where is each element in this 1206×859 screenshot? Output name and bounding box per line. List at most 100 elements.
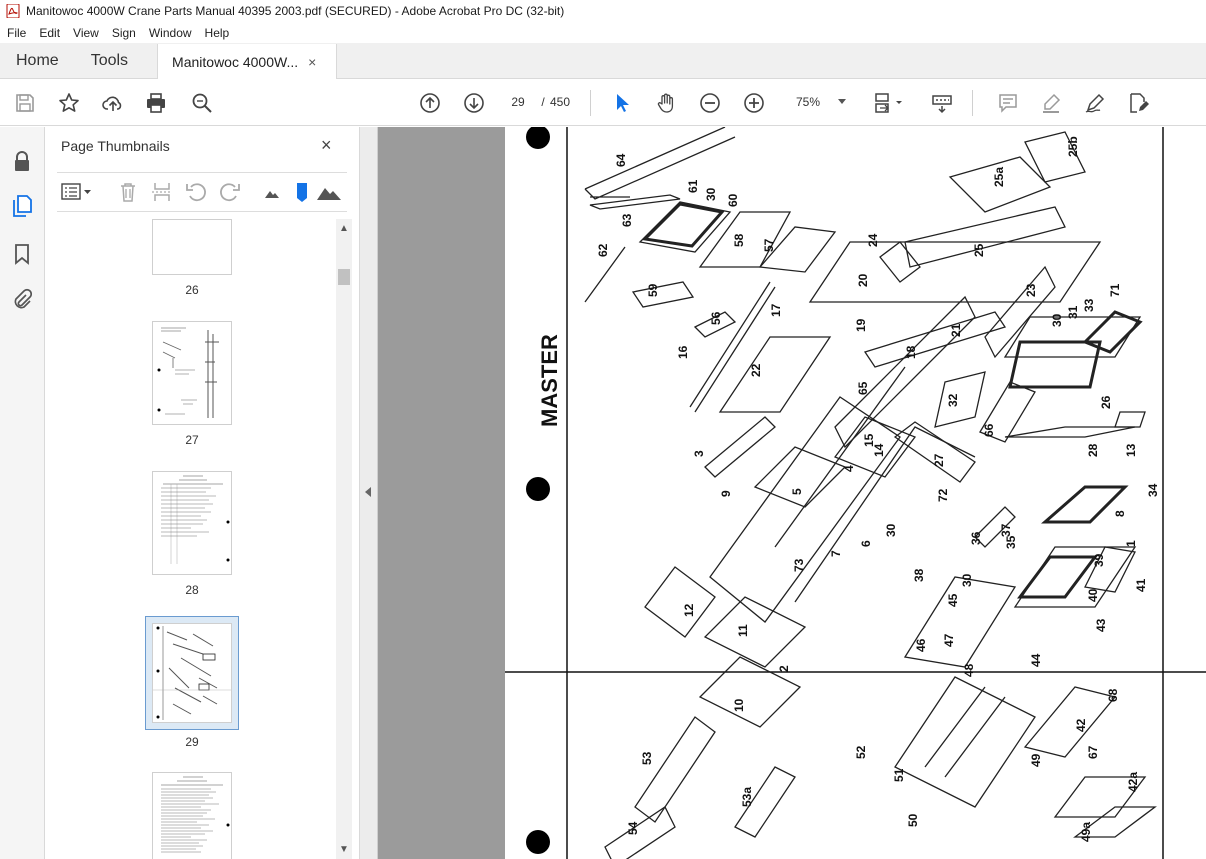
part-label: 30 xyxy=(1050,313,1064,327)
part-label: 8 xyxy=(1113,510,1127,517)
upload-button[interactable] xyxy=(101,91,125,115)
window-title: Manitowoc 4000W Crane Parts Manual 40395… xyxy=(26,4,565,18)
menu-bar: File Edit View Sign Window Help xyxy=(0,22,1206,43)
bookmarks-button[interactable] xyxy=(11,243,33,265)
part-label: 16 xyxy=(676,345,690,359)
tab-document[interactable]: Manitowoc 4000W... × xyxy=(157,44,338,79)
page-thumbnails-button[interactable] xyxy=(11,195,33,217)
binder-hole xyxy=(526,127,550,149)
print-button[interactable] xyxy=(144,91,168,115)
part-label: 13 xyxy=(1124,443,1138,457)
options-menu-button[interactable] xyxy=(61,181,93,203)
bookmark-icon xyxy=(15,244,29,265)
part-label: 20 xyxy=(856,273,870,287)
part-label: 28 xyxy=(1086,443,1100,457)
part-label: 56 xyxy=(709,311,723,325)
part-label: 17 xyxy=(769,303,783,317)
large-thumbnails-button[interactable] xyxy=(315,181,343,203)
tab-home[interactable]: Home xyxy=(0,43,75,78)
zoom-out-button[interactable] xyxy=(698,91,722,115)
part-label: 3 xyxy=(692,450,706,457)
thumbnail-preview xyxy=(153,624,231,722)
page-number-input[interactable]: 29 xyxy=(500,90,536,114)
part-label: 51 xyxy=(892,768,906,782)
part-label: 53a xyxy=(740,787,754,807)
more-tools-button[interactable] xyxy=(1126,91,1150,115)
next-page-button[interactable] xyxy=(462,91,486,115)
zoom-in-button[interactable] xyxy=(742,91,766,115)
toolbar-divider xyxy=(972,90,973,116)
save-button[interactable] xyxy=(13,91,37,115)
menu-view[interactable]: View xyxy=(66,26,105,40)
fill-sign-button[interactable] xyxy=(1083,91,1107,115)
tab-tools[interactable]: Tools xyxy=(75,43,144,78)
comment-button[interactable] xyxy=(996,91,1020,115)
scroll-up-arrow-icon[interactable]: ▲ xyxy=(339,223,349,234)
delete-pages-button[interactable] xyxy=(117,181,139,203)
part-label: 6 xyxy=(859,540,873,547)
scrollbar-thumb[interactable] xyxy=(338,269,350,285)
bookmark-star-button[interactable] xyxy=(57,91,81,115)
tab-close-icon[interactable]: × xyxy=(308,54,316,70)
left-nav-strip xyxy=(0,127,45,859)
extract-pages-button[interactable] xyxy=(151,181,173,203)
page-total: 450 xyxy=(550,95,571,109)
pen-sign-icon xyxy=(1085,93,1105,113)
part-label: 67 xyxy=(1086,745,1100,759)
document-viewport[interactable]: MASTER 64 61 30 60 63 58 57 25a 25b 62 5… xyxy=(378,127,1206,859)
thumbnail-label: 29 xyxy=(185,735,199,749)
scroll-mode-button[interactable] xyxy=(930,91,954,115)
part-label: 30 xyxy=(704,187,718,201)
part-label: 35 xyxy=(1004,535,1018,549)
find-button[interactable] xyxy=(190,91,214,115)
thumbnail-page-27[interactable] xyxy=(152,321,232,425)
collapse-pane-icon[interactable] xyxy=(365,487,371,497)
menu-window[interactable]: Window xyxy=(142,26,198,40)
part-label: 42 xyxy=(1074,718,1088,732)
thumbnail-label: 26 xyxy=(185,283,199,297)
part-label: 62 xyxy=(596,243,610,257)
thumbnail-list: 26 27 28 29 xyxy=(57,219,333,859)
close-icon[interactable]: × xyxy=(321,135,332,156)
thumbnail-page-26[interactable] xyxy=(152,219,232,275)
rotate-right-button[interactable] xyxy=(219,181,241,203)
pane-splitter[interactable] xyxy=(360,127,378,859)
part-label: 44 xyxy=(1029,653,1043,667)
zoom-level-value: 75% xyxy=(796,95,821,109)
highlight-button[interactable] xyxy=(1039,91,1063,115)
small-thumbnails-button[interactable] xyxy=(261,181,283,203)
part-label: 11 xyxy=(736,624,750,637)
select-tool-button[interactable] xyxy=(610,91,634,115)
hand-tool-button[interactable] xyxy=(654,91,678,115)
part-label: 25b xyxy=(1066,136,1080,157)
previous-page-button[interactable] xyxy=(418,91,442,115)
thumbnails-scrollbar[interactable]: ▲ ▼ xyxy=(336,219,352,859)
part-label: 9 xyxy=(719,490,733,497)
menu-file[interactable]: File xyxy=(0,26,32,40)
attachments-button[interactable] xyxy=(11,288,33,310)
menu-edit[interactable]: Edit xyxy=(32,26,66,40)
part-label: 10 xyxy=(732,698,746,712)
security-button[interactable] xyxy=(11,150,33,172)
part-label: 2 xyxy=(777,665,791,672)
thumbnail-page-30[interactable] xyxy=(152,772,232,859)
part-label: 48 xyxy=(962,663,976,677)
rotate-left-button[interactable] xyxy=(185,181,207,203)
scroll-down-arrow-icon[interactable]: ▼ xyxy=(339,844,349,855)
part-label: 26 xyxy=(1099,395,1113,409)
rotate-ccw-icon xyxy=(186,183,206,202)
part-label: 71 xyxy=(1108,283,1122,297)
menu-help[interactable]: Help xyxy=(198,26,236,40)
exploded-parts-drawing: MASTER 64 61 30 60 63 58 57 25a 25b 62 5… xyxy=(505,127,1206,859)
bookmark-tag-button[interactable] xyxy=(291,181,313,203)
page-display-button[interactable] xyxy=(872,91,906,115)
thumbnail-page-28[interactable] xyxy=(152,471,232,575)
menu-sign[interactable]: Sign xyxy=(105,26,142,40)
thumbnail-page-29[interactable] xyxy=(146,617,238,729)
thumbnail-preview xyxy=(161,776,230,853)
tab-document-label: Manitowoc 4000W... xyxy=(172,53,299,70)
part-label: 72 xyxy=(936,488,950,502)
part-label: 7 xyxy=(829,550,843,557)
zoom-level-select[interactable]: 75% xyxy=(788,90,852,114)
part-label: 27 xyxy=(932,453,946,467)
